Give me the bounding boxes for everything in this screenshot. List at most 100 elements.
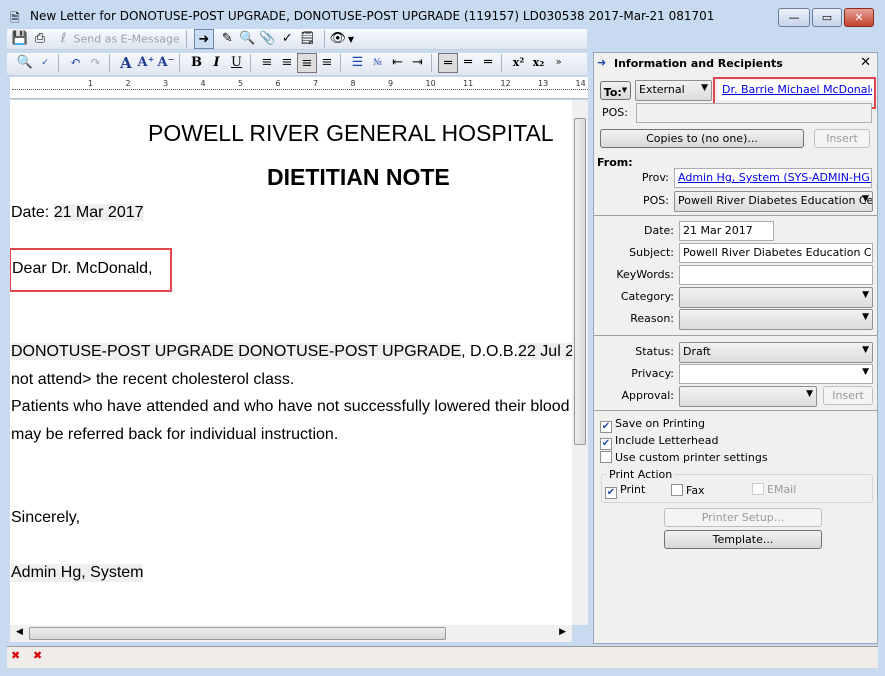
single-spacing-icon[interactable]: ═ — [438, 53, 458, 73]
panel-title: Information and Recipients — [614, 57, 783, 70]
keywords-field[interactable] — [679, 265, 873, 285]
subscript-icon[interactable]: x₂ — [529, 53, 549, 73]
scroll-right-icon[interactable]: ▶ — [559, 627, 566, 637]
body-line: Patients who have attended and who have … — [11, 398, 570, 415]
approval-select[interactable]: ▼ — [679, 386, 817, 407]
align-right-icon[interactable]: ≡ — [277, 53, 297, 73]
recipients-panel-icon[interactable]: ➜ — [193, 29, 214, 49]
lookup-icon[interactable]: 🔍 — [237, 29, 257, 49]
bold-icon[interactable]: B — [187, 53, 207, 73]
format-toolbar: 🔍 ✓ ↶ ↷ A A⁺ A⁻ BIU ≡ ≡ ≡ ≡ ☰ № ⇤ ⇥ ═ ═ ═ x² x₂» — [7, 53, 587, 76]
note-icon[interactable]: 🗒 — [297, 29, 317, 49]
reason-label: Reason: — [630, 312, 674, 325]
salutation: Dear Dr. McDonald, — [10, 248, 172, 292]
subject-field[interactable]: Powell River Diabetes Education Centre — [679, 243, 873, 263]
bullets-icon[interactable]: ☰ — [348, 53, 368, 73]
print-icon[interactable]: ⎙ — [30, 29, 50, 49]
italic-icon[interactable]: I — [207, 53, 227, 73]
email-checkbox[interactable]: EMail — [752, 483, 796, 496]
approval-label: Approval: — [621, 389, 674, 402]
dob-label: , D.O.B. — [461, 343, 519, 360]
recipient-field[interactable]: Dr. Barrie Michael McDonald (24 — [718, 80, 873, 100]
category-label: Category: — [620, 290, 674, 303]
view-dropdown-icon[interactable]: ▼ — [348, 35, 354, 44]
privacy-label: Privacy: — [631, 367, 674, 380]
horizontal-scrollbar[interactable]: ◀ ▶ — [10, 625, 572, 642]
font-icon[interactable]: A — [116, 53, 136, 73]
horizontal-scroll-thumb[interactable] — [29, 627, 446, 640]
vertical-scrollbar[interactable] — [572, 100, 588, 625]
grow-font-icon[interactable]: A⁺ — [136, 53, 156, 73]
ruler-tick-label: 8 — [350, 79, 356, 88]
document-status-icon[interactable]: ✖ — [33, 649, 42, 662]
paperclip-icon[interactable]: 📎 — [257, 29, 277, 49]
closing: Sincerely, — [11, 509, 81, 526]
information-recipients-panel: ➜ Information and Recipients ✕ To:▼ Exte… — [593, 52, 878, 644]
save-icon[interactable]: 💾 — [10, 29, 30, 49]
include-letterhead-checkbox[interactable]: ✔ Include Letterhead — [600, 434, 718, 450]
double-spacing-icon[interactable]: ═ — [478, 53, 498, 73]
superscript-icon[interactable]: x² — [509, 53, 529, 73]
recipient-type-select[interactable]: External ▼ — [635, 80, 712, 101]
prov-field[interactable]: Admin Hg, System (SYS-ADMIN-HG) — [674, 168, 872, 188]
justify-icon[interactable]: ≡ — [317, 53, 337, 73]
numbering-icon[interactable]: № — [368, 53, 388, 73]
category-select[interactable]: ▼ — [679, 287, 873, 308]
indent-icon[interactable]: ⇥ — [408, 53, 428, 73]
more-tools-icon[interactable]: » — [549, 53, 569, 73]
patient-name: DONOTUSE-POST UPGRADE DONOTUSE-POST UPGR… — [11, 343, 462, 360]
ruler-tick-label: 1 — [88, 79, 94, 88]
ruler[interactable]: 123456789101112131415 — [10, 77, 623, 99]
panel-close-button[interactable]: ✕ — [860, 55, 871, 70]
date-label: Date: — [644, 224, 674, 237]
reason-select[interactable]: ▼ — [679, 309, 873, 330]
minimize-button[interactable]: — — [778, 8, 810, 27]
body-line: may be referred back for individual inst… — [11, 426, 339, 443]
fax-checkbox[interactable]: Fax — [671, 484, 705, 497]
sign-icon[interactable]: ✎ — [217, 29, 237, 49]
vertical-scroll-thumb[interactable] — [574, 118, 586, 445]
underline-icon[interactable]: U — [227, 53, 247, 73]
checklist-icon[interactable]: ✓ — [277, 29, 297, 49]
scroll-left-icon[interactable]: ◀ — [16, 627, 23, 637]
print-preview-icon[interactable]: 🔍 — [15, 53, 35, 73]
close-button[interactable]: ✕ — [844, 8, 874, 27]
ruler-tick-label: 14 — [575, 79, 586, 88]
subject-label: Subject: — [629, 246, 674, 259]
letter-editor[interactable]: POWELL RIVER GENERAL HOSPITAL DIETITIAN … — [10, 100, 572, 625]
ruler-tick-label: 6 — [275, 79, 281, 88]
redo-icon[interactable]: ↷ — [86, 53, 106, 73]
status-select[interactable]: Draft ▼ — [679, 342, 873, 363]
spellcheck-icon[interactable]: ✓ — [35, 53, 55, 73]
main-toolbar: 💾 ⎙ ℓ Send as E-Message ➜ ✎ 🔍 📎 ✓ 🗒 👁 ▼ — [7, 29, 587, 50]
approval-insert-button[interactable]: Insert — [823, 386, 873, 405]
outdent-icon[interactable]: ⇤ — [388, 53, 408, 73]
send-as-emessage-button[interactable]: Send as E-Message — [74, 33, 180, 46]
copies-to-button[interactable]: Copies to (no one)... — [600, 129, 804, 148]
align-left-icon[interactable]: ≡ — [257, 53, 277, 73]
view-icon[interactable]: 👁 — [328, 29, 348, 49]
to-pos-label: POS: — [602, 106, 628, 119]
undo-icon[interactable]: ↶ — [66, 53, 86, 73]
to-button[interactable]: To:▼ — [600, 81, 631, 100]
save-on-printing-checkbox[interactable]: ✔ Save on Printing — [600, 417, 705, 433]
printer-setup-button[interactable]: Printer Setup... — [664, 508, 822, 527]
ruler-tick-label: 5 — [238, 79, 244, 88]
ruler-tick-label: 12 — [500, 79, 511, 88]
status-label: Status: — [635, 345, 674, 358]
maximize-button[interactable]: ▭ — [812, 8, 842, 27]
shrink-font-icon[interactable]: A⁻ — [156, 53, 176, 73]
fax-status-icon[interactable]: ✖ — [11, 649, 20, 662]
copies-insert-button[interactable]: Insert — [814, 129, 870, 148]
date-field[interactable]: 21 Mar 2017 — [679, 221, 774, 241]
template-button[interactable]: Template... — [664, 530, 822, 549]
privacy-select[interactable]: ▼ — [679, 364, 873, 384]
date-value: 21 Mar 2017 — [53, 204, 144, 221]
align-center-icon[interactable]: ≡ — [297, 53, 317, 73]
from-pos-select[interactable]: Powell River Diabetes Education Cent ▼ — [674, 191, 873, 212]
print-checkbox[interactable]: ✔ Print — [605, 483, 645, 499]
custom-printer-checkbox[interactable]: Use custom printer settings — [600, 451, 768, 464]
to-pos-field[interactable] — [636, 103, 872, 123]
onehalf-spacing-icon[interactable]: ═ — [458, 53, 478, 73]
ruler-tick-label: 13 — [538, 79, 549, 88]
